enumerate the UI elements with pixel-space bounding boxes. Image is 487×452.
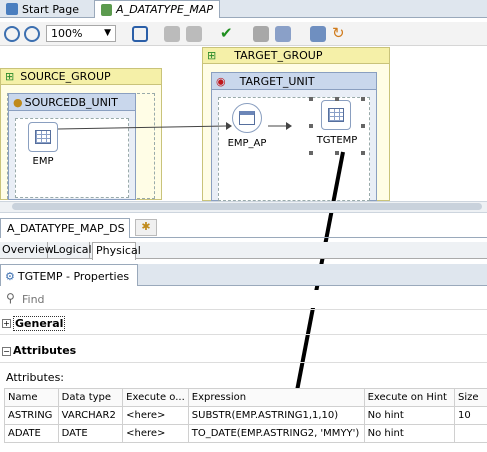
tab-logical[interactable]: Logical [50, 242, 92, 259]
expand-icon[interactable]: + [2, 319, 11, 328]
table-header-row: Name Data type Execute o... Expression E… [4, 388, 487, 407]
properties-tab[interactable]: ⚙ TGTEMP - Properties [0, 264, 138, 286]
cell-size[interactable] [453, 424, 487, 443]
table-row[interactable]: ASTRING VARCHAR2 <here> SUBSTR(EMP.ASTRI… [4, 406, 487, 425]
general-section-header[interactable]: General [13, 316, 66, 331]
attributes-label: Attributes: [6, 371, 65, 384]
tab-dataset[interactable]: A_DATATYPE_MAP_DS [0, 218, 130, 238]
cell-expression[interactable]: TO_DATE(EMP.ASTRING2, 'MMYY') [187, 424, 365, 443]
divider [0, 334, 487, 335]
add-dataset-icon[interactable]: ✱ [135, 219, 157, 236]
cell-execute-on[interactable]: <here> [122, 424, 189, 443]
column-header[interactable]: Data type [57, 388, 124, 407]
divider [0, 362, 487, 363]
cell-expression[interactable]: SUBSTR(EMP.ASTRING1,1,10) [187, 406, 365, 425]
find-input[interactable] [22, 290, 462, 308]
attributes-section-header[interactable]: Attributes [13, 344, 76, 357]
column-header[interactable]: Size [453, 388, 487, 407]
connector-emp-to-ap [57, 125, 227, 130]
cell-execute-hint[interactable]: No hint [363, 424, 455, 443]
selection-handles [309, 97, 365, 155]
cell-data-type[interactable]: DATE [57, 424, 124, 443]
cell-name[interactable]: ASTRING [4, 406, 59, 425]
canvas-scrollbar-thumb[interactable] [12, 203, 482, 210]
attributes-table-wrap: Name Data type Execute o... Expression E… [4, 388, 487, 446]
column-header[interactable]: Expression [187, 388, 365, 407]
table-row[interactable]: ADATE DATE <here> TO_DATE(EMP.ASTRING2, … [4, 424, 487, 443]
cell-execute-hint[interactable]: No hint [363, 406, 455, 425]
column-header[interactable]: Execute o... [122, 388, 189, 407]
search-icon: ⚲ [6, 291, 15, 305]
dataset-tab-label: A_DATATYPE_MAP_DS [7, 222, 125, 235]
attributes-table: Name Data type Execute o... Expression E… [4, 388, 487, 443]
collapse-icon[interactable]: − [2, 347, 11, 356]
cell-size[interactable]: 10 [453, 406, 487, 425]
tab-overview[interactable]: Overview [0, 242, 54, 259]
cell-data-type[interactable]: VARCHAR2 [57, 406, 124, 425]
cell-name[interactable]: ADATE [4, 424, 59, 443]
column-header[interactable]: Name [4, 388, 59, 407]
properties-icon: ⚙ [5, 270, 15, 283]
tab-physical[interactable]: Physical [92, 242, 141, 260]
properties-title: TGTEMP - Properties [17, 270, 130, 283]
cell-execute-on[interactable]: <here> [122, 406, 189, 425]
column-header[interactable]: Execute on Hint [363, 388, 455, 407]
